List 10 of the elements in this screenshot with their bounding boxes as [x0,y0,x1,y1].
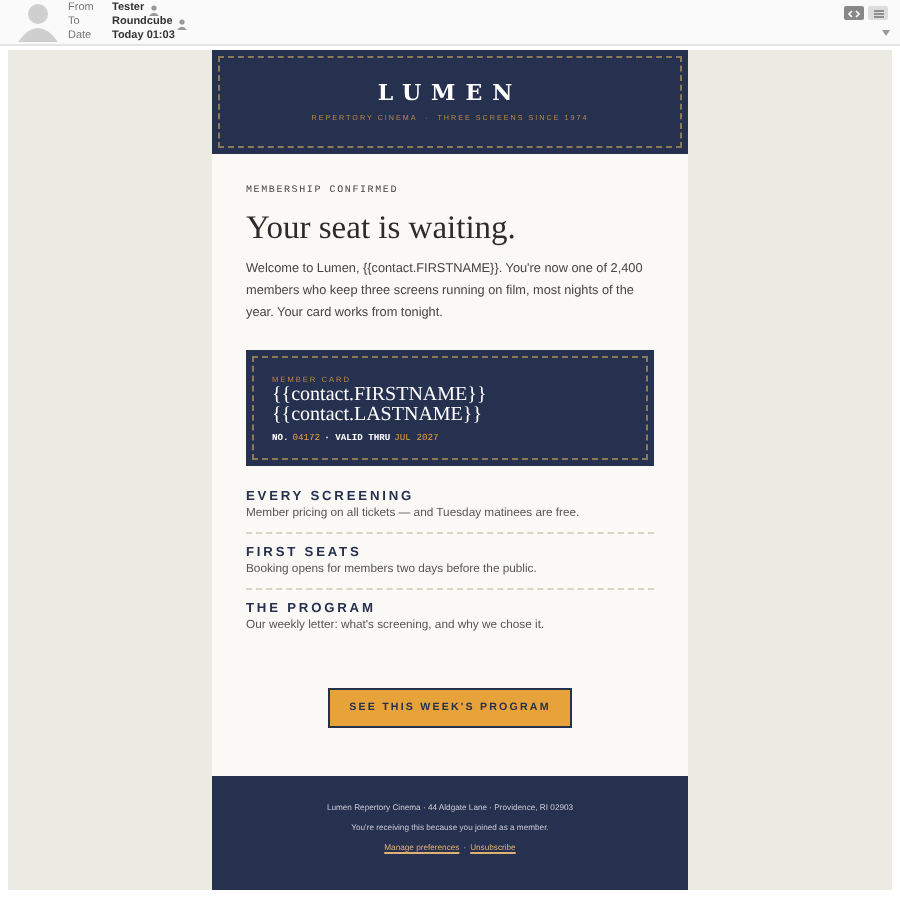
caret-icon[interactable] [882,30,890,36]
add-contact-icon[interactable] [148,3,161,15]
brand-logo: LUMEN [377,82,523,106]
add-contact-icon[interactable] [176,17,189,29]
member-name: {{contact.LASTNAME}} [272,406,485,426]
menu-icon[interactable] [868,6,888,20]
avatar-icon [16,2,60,42]
member-name: {{contact.FIRSTNAME}} [272,386,489,406]
headline: Your seat is waiting. [246,210,518,246]
source-toggle-icon[interactable] [844,6,864,20]
